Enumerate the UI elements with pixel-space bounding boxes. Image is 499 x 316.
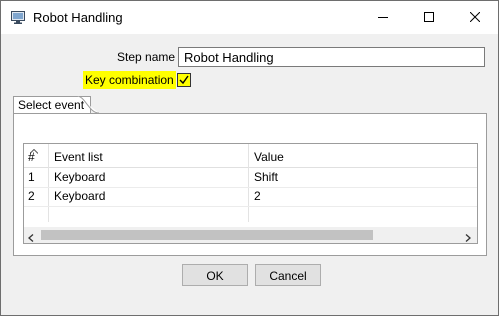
- minimize-icon: [378, 11, 388, 25]
- computer-icon: [11, 11, 25, 24]
- dialog-window: Robot Handling Step name Key combination…: [0, 0, 499, 316]
- row-number: 2: [28, 189, 35, 203]
- event-table: # Event list Value 1 Keyboard Shift 2 Ke…: [23, 143, 478, 244]
- table-header: # Event list Value: [24, 144, 477, 168]
- tab-label: Select event: [18, 98, 85, 112]
- row-divider: [24, 206, 477, 207]
- step-name-label: Step name: [117, 50, 176, 64]
- column-header-number[interactable]: #: [28, 148, 35, 167]
- event-list-cell[interactable]: Keyboard: [54, 168, 105, 187]
- horizontal-scrollbar[interactable]: [24, 227, 477, 243]
- scroll-right-icon[interactable]: [465, 231, 471, 243]
- ok-button[interactable]: OK: [182, 264, 248, 286]
- column-header-event-list[interactable]: Event list: [54, 148, 103, 167]
- scrollbar-thumb[interactable]: [41, 230, 373, 240]
- tab-edge: [77, 96, 100, 114]
- value-cell[interactable]: Shift: [254, 168, 278, 187]
- column-separator: [248, 144, 249, 222]
- title-bar[interactable]: Robot Handling: [1, 1, 498, 34]
- close-button[interactable]: [452, 1, 498, 34]
- maximize-button[interactable]: [406, 1, 452, 34]
- minimize-button[interactable]: [360, 1, 406, 34]
- scroll-left-icon[interactable]: [28, 231, 34, 243]
- step-name-input[interactable]: [178, 47, 485, 67]
- key-combination-label: Key combination: [83, 71, 176, 89]
- checkmark-icon: [179, 75, 189, 85]
- column-separator: [48, 144, 49, 222]
- cancel-button[interactable]: Cancel: [255, 264, 321, 286]
- value-cell[interactable]: 2: [254, 187, 261, 206]
- row-number: 1: [28, 170, 35, 184]
- close-icon: [469, 11, 481, 25]
- column-header-value[interactable]: Value: [254, 148, 284, 167]
- maximize-icon: [424, 11, 434, 25]
- window-title: Robot Handling: [33, 10, 123, 25]
- event-list-cell[interactable]: Keyboard: [54, 187, 105, 206]
- key-combination-checkbox[interactable]: [177, 73, 191, 87]
